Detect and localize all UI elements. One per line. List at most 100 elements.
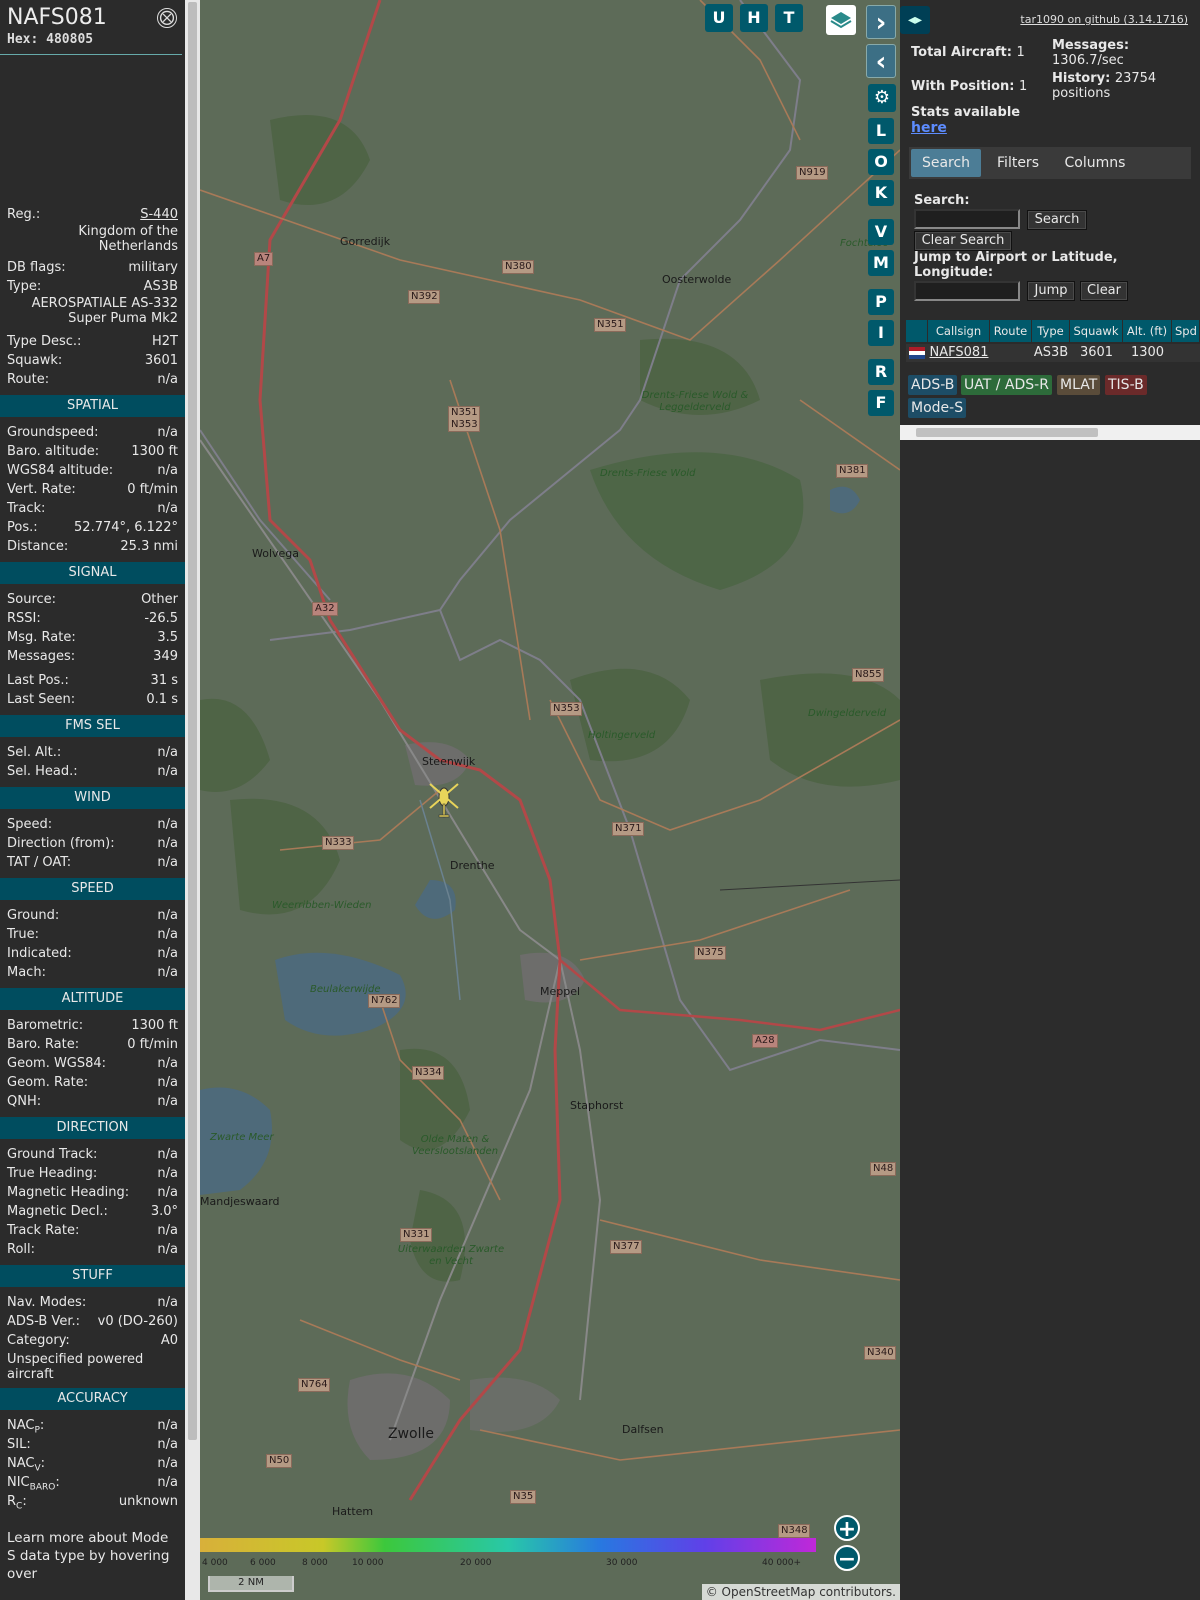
road-label: N333: [322, 836, 354, 850]
info-value: 349: [153, 649, 178, 664]
column-header-speed[interactable]: Spd: [1172, 320, 1200, 342]
map-place-label: Weerribben-Wieden: [272, 900, 372, 911]
github-link[interactable]: tar1090 on github (3.14.1716): [1020, 13, 1188, 26]
info-row: SIL: n/a: [0, 1435, 185, 1454]
column-header-squawk[interactable]: Squawk: [1070, 320, 1123, 342]
search-input[interactable]: [914, 209, 1020, 229]
row-altitude: 1300: [1130, 345, 1165, 360]
info-value: n/a: [157, 1075, 178, 1090]
info-label: Msg. Rate:: [7, 630, 76, 645]
road-label: N377: [610, 1240, 642, 1254]
o-button[interactable]: O: [868, 149, 894, 175]
map-attribution[interactable]: © OpenStreetMap contributors.: [701, 1584, 900, 1600]
info-value: n/a: [157, 1223, 178, 1238]
p-button[interactable]: P: [868, 289, 894, 315]
info-row: Mach: n/a: [0, 963, 185, 982]
map-place-label: Hattem: [332, 1505, 374, 1518]
map-place-label: Uiterwaarden Zwarte en Vecht: [397, 1244, 505, 1267]
k-button[interactable]: K: [868, 180, 894, 206]
info-row: Direction (from): n/a: [0, 834, 185, 853]
next-icon[interactable]: ›: [866, 5, 896, 39]
info-value: n/a: [157, 501, 178, 516]
info-row: QNH: n/a: [0, 1092, 185, 1111]
total-aircraft-label: Total Aircraft:: [911, 45, 1012, 60]
stats-link[interactable]: here: [911, 120, 947, 136]
close-icon[interactable]: ⨂: [157, 8, 177, 28]
column-header-altitude[interactable]: Alt. (ft): [1123, 320, 1172, 342]
road-label: N331: [400, 1228, 432, 1242]
map-place-label: Mandjeswaard: [200, 1195, 280, 1208]
r-button[interactable]: R: [868, 359, 894, 385]
info-row: Ground: n/a: [0, 906, 185, 925]
info-label: Nav. Modes:: [7, 1295, 87, 1310]
clear-button[interactable]: Clear: [1080, 281, 1128, 301]
altitude-tick-label: 6 000: [250, 1558, 276, 1568]
altitude-tick-label: 8 000: [302, 1558, 328, 1568]
table-row[interactable]: NAFS081 AS3B 3601 1300: [906, 344, 1200, 362]
l-button[interactable]: L: [868, 118, 894, 144]
info-label: NACV:: [7, 1456, 46, 1474]
map-view[interactable]: Gorredijk Oosterwolde Wolvega Steenwijk Mepp…: [200, 0, 900, 1600]
tab-filters[interactable]: Filters: [987, 149, 1049, 177]
aircraft-callsign: NAFS081: [7, 5, 107, 30]
section-header-fms-sel: FMS SEL: [0, 715, 185, 737]
v-button[interactable]: V: [868, 219, 894, 245]
jump-button[interactable]: Jump: [1027, 281, 1075, 301]
info-label: Squawk:: [7, 353, 63, 368]
i-button[interactable]: I: [868, 320, 894, 346]
column-header-flag[interactable]: [906, 320, 928, 342]
u-button[interactable]: U: [705, 4, 733, 32]
expand-collapse-icon[interactable]: ◂▸: [900, 6, 930, 34]
info-label: Ground:: [7, 908, 60, 923]
info-row: Magnetic Heading: n/a: [0, 1183, 185, 1202]
tab-search[interactable]: Search: [911, 149, 981, 177]
search-button[interactable]: Search: [1027, 210, 1087, 230]
info-panel-scrollbar[interactable]: [185, 0, 200, 1600]
info-value: n/a: [157, 836, 178, 851]
scrollbar-thumb[interactable]: [916, 428, 1098, 437]
section-header-altitude: ALTITUDE: [0, 988, 185, 1010]
info-value: n/a: [157, 1147, 178, 1162]
column-header-route[interactable]: Route: [990, 320, 1032, 342]
zoom-in-button[interactable]: +: [834, 1515, 860, 1542]
info-value: 3.0°: [150, 1204, 178, 1219]
info-value: n/a: [157, 463, 178, 478]
section-header-accuracy: ACCURACY: [0, 1388, 185, 1410]
f-button[interactable]: F: [868, 390, 894, 416]
h-button[interactable]: H: [740, 4, 768, 32]
prev-icon[interactable]: ‹: [866, 44, 896, 78]
aircraft-hex: Hex: 480805: [7, 32, 94, 47]
m-button[interactable]: M: [868, 250, 894, 276]
layers-icon[interactable]: [826, 5, 856, 35]
info-row: Baro. altitude: 1300 ft: [0, 442, 185, 461]
gear-icon[interactable]: ⚙: [868, 84, 896, 112]
table-horizontal-scrollbar[interactable]: [900, 425, 1200, 440]
helicopter-icon[interactable]: [428, 780, 460, 820]
tab-columns[interactable]: Columns: [1053, 149, 1137, 177]
info-row-type: Type: AS3B: [0, 277, 185, 296]
road-label: N50: [266, 1454, 293, 1468]
t-button[interactable]: T: [775, 4, 803, 32]
info-label: Direction (from):: [7, 836, 115, 851]
zoom-out-button[interactable]: −: [834, 1545, 860, 1572]
stats-label: Stats available: [911, 105, 1021, 120]
badge-tisb: TIS-B: [1105, 375, 1147, 395]
info-sections: SPATIAL Groundspeed: n/a Baro. altitude: 130…: [0, 395, 185, 1512]
jump-input[interactable]: [914, 281, 1020, 301]
row-type: AS3B: [1033, 345, 1069, 360]
clear-search-button[interactable]: Clear Search: [914, 231, 1012, 251]
badge-adsb: ADS-B: [908, 375, 958, 395]
map-place-label: Meppel: [540, 985, 581, 998]
column-header-callsign[interactable]: Callsign: [928, 320, 990, 342]
info-row: Ground Track: n/a: [0, 1145, 185, 1164]
info-value: Other: [141, 592, 178, 607]
info-label: Magnetic Heading:: [7, 1185, 130, 1200]
altitude-tick-label: 20 000: [460, 1558, 492, 1568]
with-position-value: 1: [1019, 79, 1028, 94]
column-header-type[interactable]: Type: [1032, 320, 1070, 342]
row-callsign[interactable]: NAFS081: [928, 344, 990, 362]
info-label: Baro. Rate:: [7, 1037, 80, 1052]
scrollbar-thumb[interactable]: [188, 2, 197, 1440]
registration-link[interactable]: S-440: [140, 205, 178, 224]
info-row: Geom. Rate: n/a: [0, 1073, 185, 1092]
